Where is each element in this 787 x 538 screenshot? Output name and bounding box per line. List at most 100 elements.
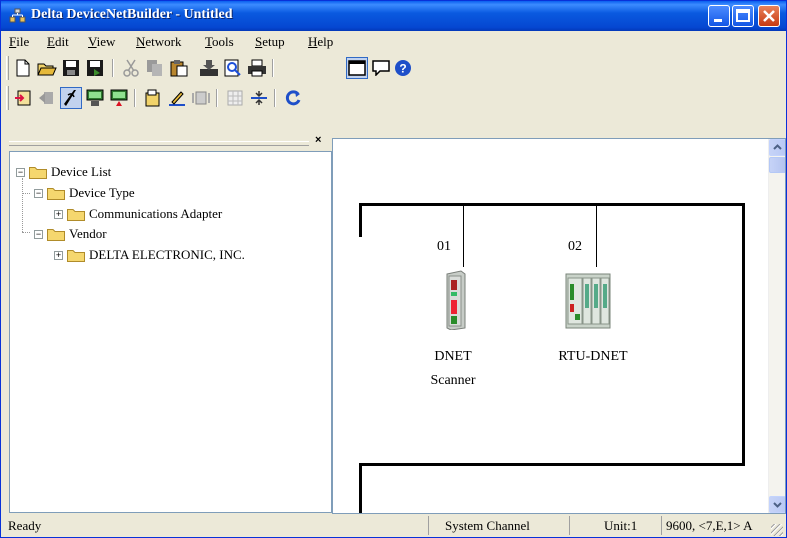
folder-icon bbox=[47, 187, 65, 200]
status-bar: Ready System Channel Unit:1 9600, <7,E,1… bbox=[2, 514, 785, 537]
tree-line bbox=[22, 232, 30, 233]
minimize-icon bbox=[714, 19, 722, 22]
tree-label: Device List bbox=[51, 164, 112, 179]
network-bus-bottom bbox=[359, 463, 745, 466]
tree-line bbox=[22, 178, 23, 232]
offline-icon[interactable] bbox=[36, 87, 58, 109]
diagnostic-icon[interactable] bbox=[190, 87, 212, 109]
scroll-down-button[interactable] bbox=[769, 496, 785, 513]
tree-item-device-type[interactable]: − Device Type bbox=[34, 183, 135, 203]
network-bus-top bbox=[359, 203, 745, 206]
folder-icon bbox=[29, 166, 47, 179]
device-tree: − Device List − Device Type + Communicat… bbox=[9, 151, 332, 513]
pane-close-button[interactable]: × bbox=[315, 134, 321, 146]
expand-icon[interactable]: + bbox=[54, 209, 63, 219]
window-title: Delta DeviceNetBuilder - Untitled bbox=[31, 7, 233, 22]
tree-line bbox=[22, 193, 30, 194]
refresh-icon[interactable] bbox=[282, 87, 304, 109]
network-canvas[interactable]: 01 DNET Scanner 02 RTU-DNET bbox=[332, 138, 786, 514]
connect-icon[interactable] bbox=[248, 87, 270, 109]
chevron-down-icon bbox=[773, 502, 782, 508]
toolbar-separator bbox=[134, 89, 136, 107]
new-file-icon[interactable] bbox=[12, 57, 34, 79]
title-bar[interactable]: Delta DeviceNetBuilder - Untitled bbox=[1, 1, 786, 31]
scan-icon[interactable] bbox=[60, 87, 82, 109]
maximize-icon bbox=[736, 9, 750, 22]
edit-config-icon[interactable] bbox=[166, 87, 188, 109]
scroll-up-button[interactable] bbox=[769, 139, 785, 156]
menu-edit[interactable]: Edit bbox=[47, 34, 69, 50]
menu-setup[interactable]: Setup bbox=[255, 34, 285, 50]
tree-item-delta-electronic[interactable]: + DELTA ELECTRONIC, INC. bbox=[54, 245, 245, 265]
menu-help[interactable]: Help bbox=[308, 34, 333, 50]
scroll-thumb[interactable] bbox=[769, 157, 785, 173]
rtu-dnet-device-icon[interactable] bbox=[565, 270, 613, 330]
menu-tools[interactable]: Tools bbox=[205, 34, 234, 50]
upload-network-icon[interactable] bbox=[84, 87, 106, 109]
collapse-icon[interactable]: − bbox=[34, 188, 43, 198]
menu-bar: File Edit View Network Tools Setup Help bbox=[2, 31, 785, 53]
app-network-icon bbox=[9, 8, 26, 23]
tree-item-device-list[interactable]: − Device List bbox=[16, 162, 111, 182]
toolbar-separator bbox=[272, 59, 274, 77]
node-name-line: DNET bbox=[434, 349, 472, 364]
toolbar-separator bbox=[216, 89, 218, 107]
status-unit: Unit:1 bbox=[569, 516, 661, 535]
folder-icon bbox=[67, 208, 85, 221]
print-icon[interactable] bbox=[246, 57, 268, 79]
resize-grip[interactable] bbox=[771, 524, 783, 536]
status-ready-text: Ready bbox=[8, 518, 42, 533]
tree-label: Communications Adapter bbox=[89, 206, 223, 221]
copy-icon[interactable] bbox=[144, 57, 166, 79]
vertical-scrollbar[interactable] bbox=[768, 139, 785, 513]
read-config-icon[interactable] bbox=[142, 87, 164, 109]
tree-label: DELTA ELECTRONIC, INC. bbox=[89, 247, 245, 262]
status-comm-text: 9600, <7,E,1> A bbox=[666, 518, 753, 533]
online-icon[interactable] bbox=[12, 87, 34, 109]
download-icon[interactable] bbox=[198, 57, 220, 79]
folder-icon bbox=[67, 249, 85, 262]
network-toolbar bbox=[2, 83, 785, 113]
download-network-icon[interactable] bbox=[108, 87, 130, 109]
cut-icon[interactable] bbox=[120, 57, 142, 79]
print-preview-icon[interactable] bbox=[222, 57, 244, 79]
save-icon[interactable] bbox=[60, 57, 82, 79]
network-bus-right bbox=[742, 203, 745, 465]
toolbar-grip[interactable] bbox=[6, 86, 9, 110]
collapse-icon[interactable]: − bbox=[16, 167, 25, 177]
tree-item-vendor[interactable]: − Vendor bbox=[34, 224, 107, 244]
status-channel-text: System Channel bbox=[445, 518, 530, 533]
close-icon bbox=[763, 10, 775, 22]
tree-pane-header: × bbox=[9, 134, 331, 150]
close-button[interactable] bbox=[758, 5, 780, 27]
paste-icon[interactable] bbox=[168, 57, 190, 79]
chevron-up-icon bbox=[773, 144, 782, 150]
pane-grip[interactable] bbox=[9, 141, 309, 146]
grid-icon[interactable] bbox=[224, 87, 246, 109]
node-drop-line bbox=[596, 205, 597, 267]
tree-label: Vendor bbox=[69, 226, 107, 241]
node-address: 01 bbox=[437, 239, 451, 254]
minimize-button[interactable] bbox=[708, 5, 730, 27]
network-bus-left-end bbox=[359, 203, 362, 237]
message-icon[interactable] bbox=[370, 57, 392, 79]
toolbar-grip[interactable] bbox=[6, 56, 9, 80]
help-icon[interactable]: ? bbox=[392, 57, 414, 79]
node-name: RTU-DNET bbox=[545, 345, 641, 369]
menu-file[interactable]: File bbox=[9, 34, 29, 50]
open-folder-icon[interactable] bbox=[36, 57, 58, 79]
node-name-line: Scanner bbox=[430, 373, 476, 388]
save-as-icon[interactable] bbox=[84, 57, 106, 79]
menu-network[interactable]: Network bbox=[136, 34, 182, 50]
maximize-button[interactable] bbox=[732, 5, 754, 27]
expand-icon[interactable]: + bbox=[54, 250, 63, 260]
main-toolbar: ? bbox=[2, 53, 785, 83]
menu-view[interactable]: View bbox=[88, 34, 115, 50]
toolbar-separator bbox=[274, 89, 276, 107]
toolbar-separator bbox=[112, 59, 114, 77]
tree-item-communications-adapter[interactable]: + Communications Adapter bbox=[54, 204, 222, 224]
collapse-icon[interactable]: − bbox=[34, 229, 43, 239]
status-comm: 9600, <7,E,1> A bbox=[661, 516, 785, 535]
view-window-icon[interactable] bbox=[346, 57, 368, 79]
dnet-scanner-device-icon[interactable] bbox=[445, 270, 467, 330]
